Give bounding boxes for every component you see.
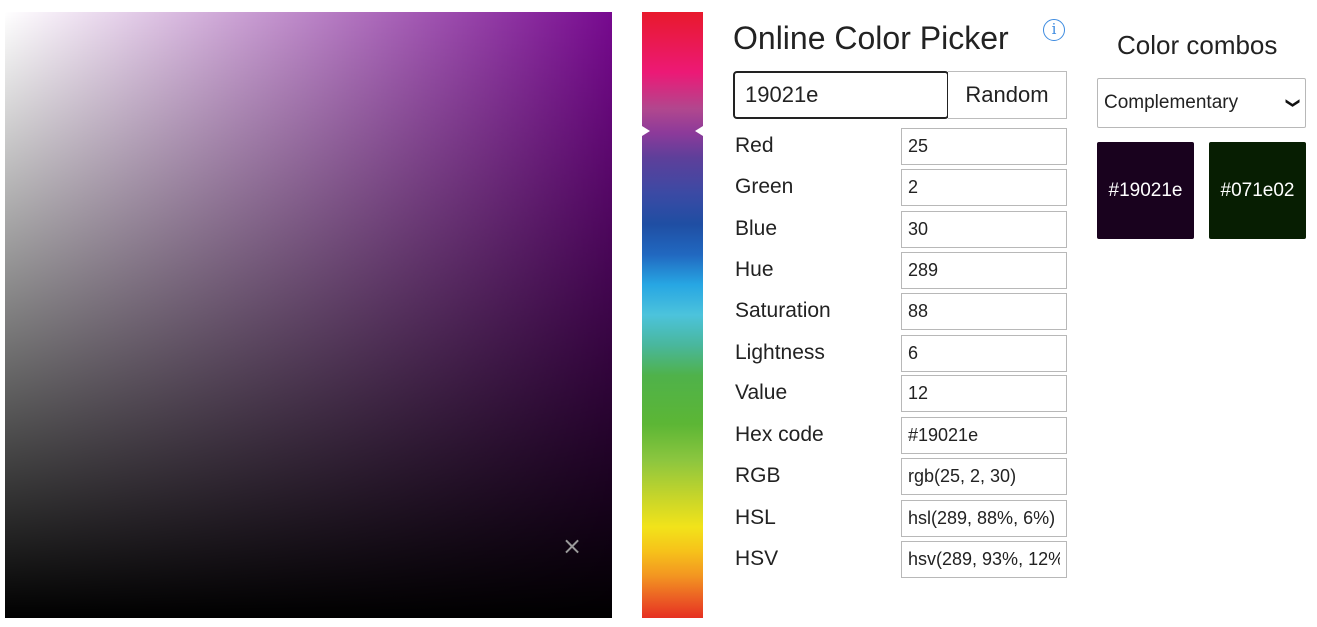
picker-cursor-icon[interactable]: × [562,534,582,558]
value-label: Value [735,381,788,404]
green-field[interactable] [901,169,1067,206]
hex-input[interactable] [733,71,949,119]
saturation-value-picker[interactable] [5,12,612,618]
hue-field[interactable] [901,252,1067,289]
hex-code-label: Hex code [735,423,824,446]
hue-slider[interactable] [642,12,703,618]
hsv-field[interactable] [901,541,1067,578]
info-icon[interactable]: i [1043,19,1065,41]
combos-title: Color combos [1117,30,1278,60]
chevron-down-icon: ❯ [1285,97,1302,109]
hue-handle-right-icon[interactable] [695,126,703,136]
red-label: Red [735,134,774,157]
saturation-label: Saturation [735,299,831,322]
red-field[interactable] [901,128,1067,165]
rgb-label: RGB [735,464,781,487]
combo-type-selected: Complementary [1104,92,1239,113]
hue-label: Hue [735,258,774,281]
lightness-field[interactable] [901,335,1067,372]
blue-label: Blue [735,217,778,240]
combo-swatch-base[interactable]: #19021e [1097,142,1194,239]
hsv-label: HSV [735,547,779,570]
hue-handle-left-icon[interactable] [642,126,650,136]
value-field[interactable] [901,375,1067,412]
combo-swatch-complement[interactable]: #071e02 [1209,142,1306,239]
hsl-label: HSL [735,506,776,529]
green-label: Green [735,175,794,198]
blue-field[interactable] [901,211,1067,248]
hex-code-field[interactable] [901,417,1067,454]
combo-type-select[interactable]: Complementary ❯ [1097,78,1306,128]
page-title: Online Color Picker [733,20,1009,56]
rgb-field[interactable] [901,458,1067,495]
hsl-field[interactable] [901,500,1067,537]
saturation-field[interactable] [901,293,1067,330]
lightness-label: Lightness [735,341,825,364]
random-button[interactable]: Random [948,71,1067,119]
